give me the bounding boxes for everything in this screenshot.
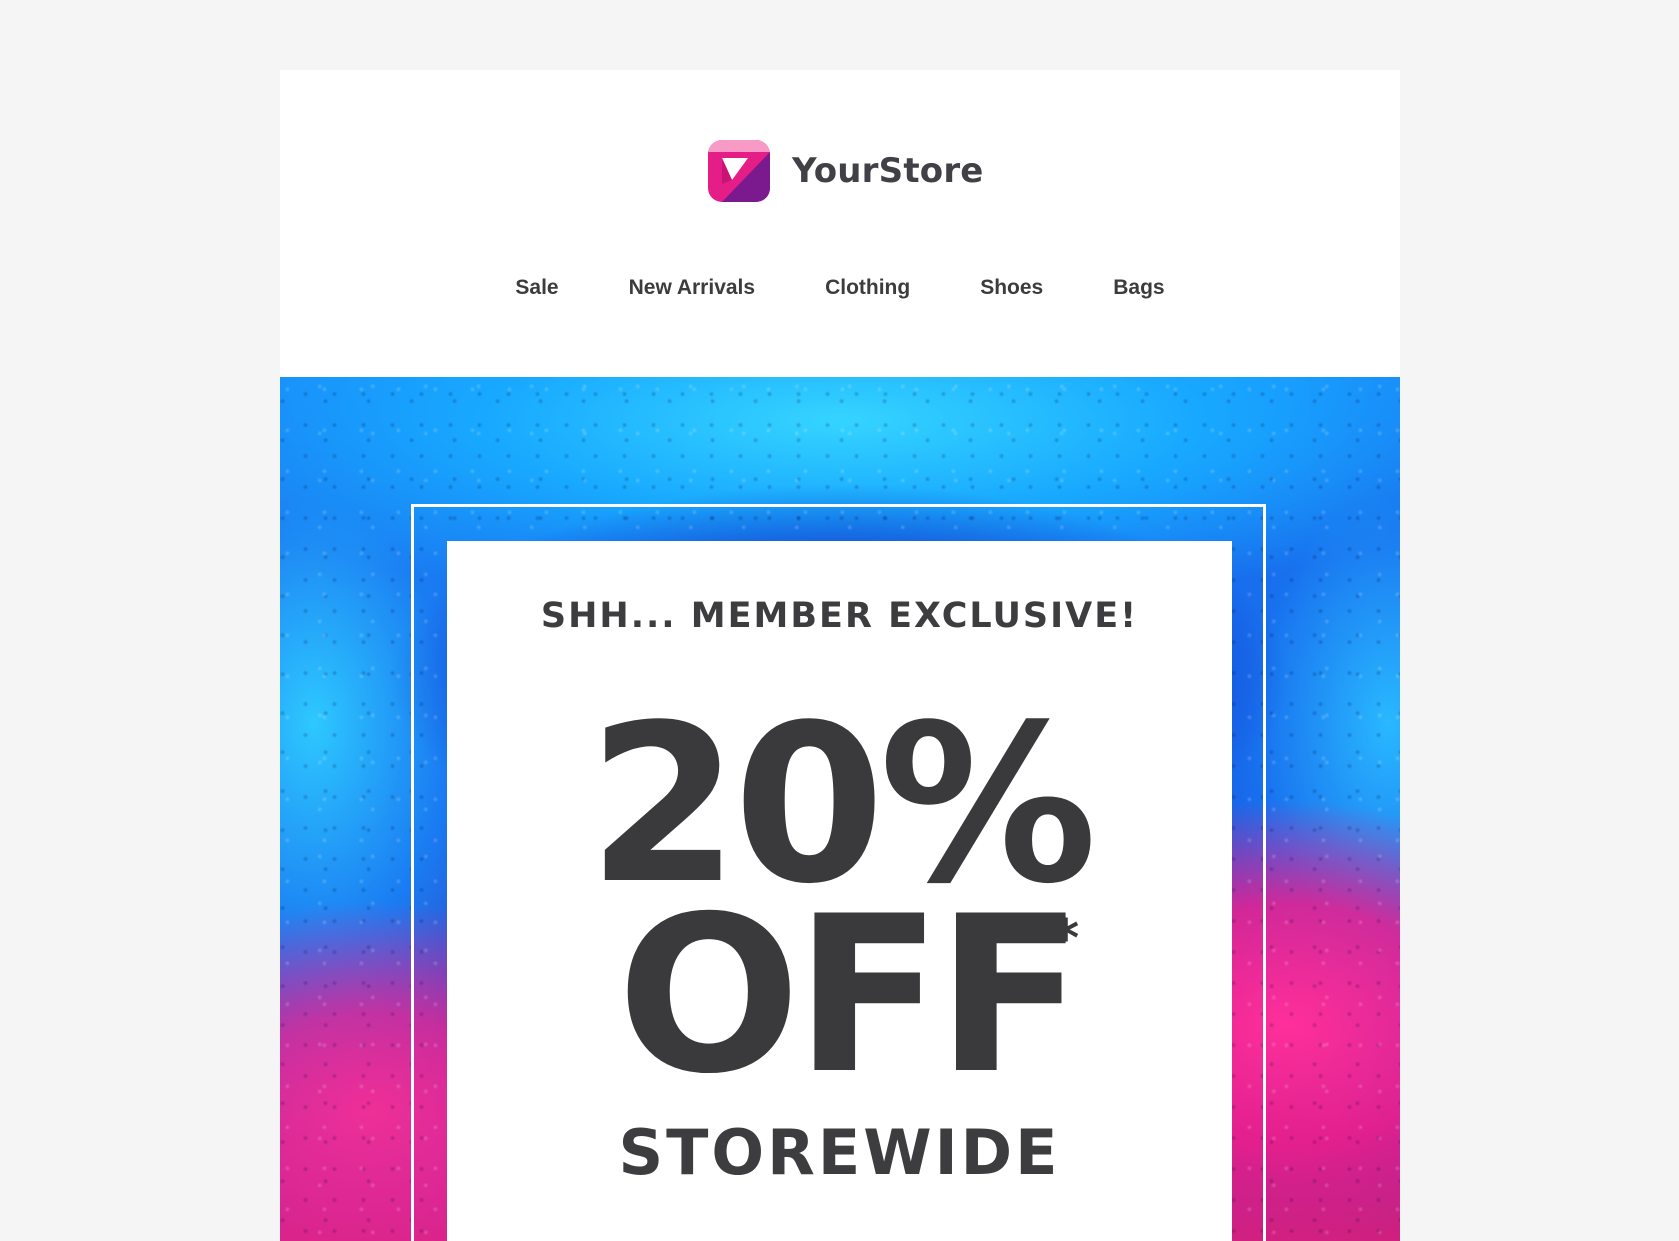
email-container: YourStore Sale New Arrivals Clothing Sho… (280, 70, 1400, 1241)
nav-item-sale[interactable]: Sale (515, 276, 558, 300)
hero-banner[interactable]: SHH... MEMBER EXCLUSIVE! 20% OFF * STORE… (280, 377, 1400, 1241)
email-header: YourStore Sale New Arrivals Clothing Sho… (280, 70, 1400, 377)
nav-item-bags[interactable]: Bags (1113, 276, 1164, 300)
brand-name: YourStore (792, 151, 984, 191)
nav-item-shoes[interactable]: Shoes (980, 276, 1043, 300)
main-nav: Sale New Arrivals Clothing Shoes Bags (280, 276, 1400, 300)
nav-item-new-arrivals[interactable]: New Arrivals (629, 276, 755, 300)
promo-card: SHH... MEMBER EXCLUSIVE! 20% OFF * STORE… (447, 541, 1232, 1241)
promo-scope: STOREWIDE (618, 1116, 1061, 1189)
promo-off: OFF (617, 870, 1084, 1121)
promo-asterisk: * (1052, 909, 1080, 969)
nav-item-clothing[interactable]: Clothing (825, 276, 910, 300)
store-logo-icon (708, 140, 770, 202)
brand-logo[interactable]: YourStore (708, 140, 984, 202)
promo-eyebrow: SHH... MEMBER EXCLUSIVE! (540, 596, 1139, 636)
